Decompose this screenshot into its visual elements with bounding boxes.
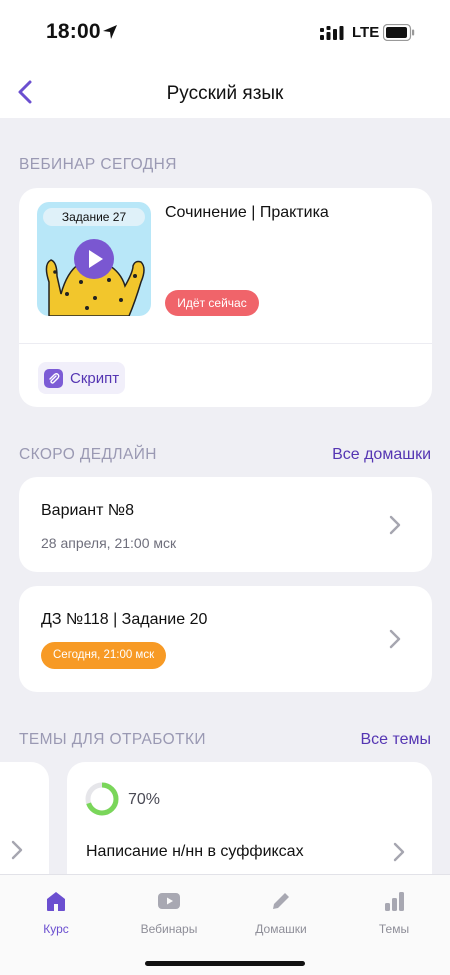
topics-section-title: ТЕМЫ ДЛЯ ОТРАБОТКИ: [19, 731, 206, 748]
deadline-item-date: 28 апреля, 21:00 мск: [41, 535, 177, 551]
webinar-name: Сочинение | Практика: [165, 204, 329, 221]
deadline-section-title: СКОРО ДЕДЛАЙН: [19, 446, 157, 463]
webinar-section-title: ВЕБИНАР СЕГОДНЯ: [19, 156, 177, 173]
battery-icon: [383, 24, 415, 41]
all-homework-link[interactable]: Все домашки: [332, 446, 431, 464]
deadline-item-title: Вариант №8: [41, 502, 134, 519]
home-indicator: [145, 961, 305, 966]
tab-bar: Курс Вебинары Домашки Темы: [0, 874, 450, 975]
chevron-right-icon: [11, 840, 23, 860]
topic-name: Написание н/нн в суффиксах: [86, 843, 304, 860]
progress-ring: [85, 782, 119, 816]
tab-topics[interactable]: Темы: [349, 889, 439, 936]
location-arrow-icon: [103, 25, 117, 39]
tab-homework[interactable]: Домашки: [236, 889, 326, 936]
deadline-item[interactable]: ДЗ №118 | Задание 20 Сегодня, 21:00 мск: [19, 586, 432, 692]
card-divider: [19, 343, 432, 344]
video-play-icon: [158, 893, 180, 909]
tab-course[interactable]: Курс: [11, 889, 101, 936]
network-type: LTE: [352, 24, 380, 41]
deadline-item-title: ДЗ №118 | Задание 20: [41, 611, 208, 628]
chevron-right-icon: [389, 629, 401, 649]
page-title: Русский язык: [166, 83, 284, 104]
bar-chart-icon: [385, 892, 404, 911]
status-bar: 18:00 LTE: [0, 0, 450, 66]
webinar-card[interactable]: Задание 27 Сочинение | Практика Идёт сей…: [19, 188, 432, 407]
tab-label: Темы: [378, 922, 410, 936]
script-button[interactable]: Скрипт: [38, 362, 125, 394]
thumbnail-label: Задание 27: [43, 208, 145, 226]
tab-label: Курс: [43, 922, 69, 936]
script-label: Скрипт: [70, 369, 120, 387]
deadline-today-badge: Сегодня, 21:00 мск: [41, 642, 167, 669]
signal-icon: [320, 26, 344, 40]
pencil-icon: [273, 893, 289, 909]
paperclip-icon: [44, 368, 63, 388]
chevron-right-icon: [389, 515, 401, 535]
nav-bar: Русский язык: [0, 66, 450, 118]
tab-webinars[interactable]: Вебинары: [124, 889, 214, 936]
live-status-badge: Идёт сейчас: [165, 290, 259, 316]
tab-label: Вебинары: [140, 922, 198, 936]
status-time: 18:00: [46, 20, 101, 43]
webinar-thumbnail[interactable]: Задание 27: [37, 202, 151, 316]
all-topics-link[interactable]: Все темы: [360, 731, 431, 749]
tab-label: Домашки: [255, 922, 307, 936]
deadline-item[interactable]: Вариант №8 28 апреля, 21:00 мск: [19, 477, 432, 572]
topic-progress-value: 70%: [128, 791, 161, 808]
chevron-right-icon: [393, 842, 405, 862]
home-icon: [47, 892, 65, 911]
play-icon[interactable]: [74, 239, 114, 279]
